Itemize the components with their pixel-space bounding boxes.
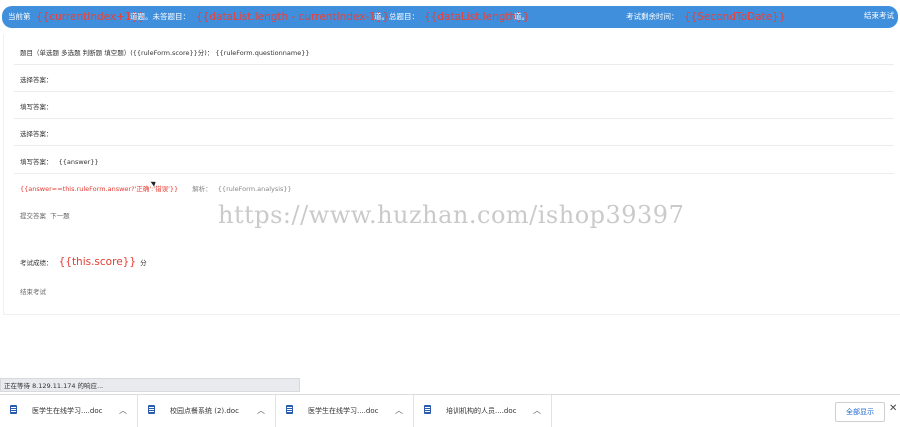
chevron-up-icon[interactable]: ︿ xyxy=(119,395,127,427)
download-shelf: 医学生在线学习....doc ︿ 校园点餐系统 (2).doc ︿ 医学生在线学… xyxy=(0,394,900,427)
fill-answer-value: {{answer}} xyxy=(58,158,99,166)
watermark: https://www.huzhan.com/ishop39397 xyxy=(218,201,685,229)
action-row: 提交答案 下一题 xyxy=(20,210,70,220)
header-end-text: 道。 xyxy=(514,12,529,21)
fill-answer-row: 填写答案： {{answer}} xyxy=(20,156,99,166)
download-item[interactable]: 医学生在线学习....doc ︿ xyxy=(0,395,138,427)
chevron-up-icon[interactable]: ︿ xyxy=(395,395,403,427)
remaining-count: {{dataList.length - currentIndex-1}} xyxy=(196,11,390,23)
header-prefix: 当前第 xyxy=(8,12,31,21)
download-filename: 医学生在线学习....doc xyxy=(32,407,103,415)
fill-answer-label: 填写答案： xyxy=(20,103,53,111)
divider xyxy=(14,91,894,92)
submit-answer-button[interactable]: 提交答案 xyxy=(20,212,46,220)
choice-answer-label-2: 选择答案： xyxy=(20,130,53,138)
analysis-label: 解析： xyxy=(192,185,212,193)
fill-answer-label-2: 填写答案： xyxy=(20,158,53,166)
download-item[interactable]: 医学生在线学习....doc ︿ xyxy=(276,395,414,427)
end-exam-button[interactable]: 结束考试 xyxy=(864,10,894,21)
choice-answer-label: 选择答案： xyxy=(20,76,53,84)
download-filename: 医学生在线学习....doc xyxy=(308,407,379,415)
end-exam-link[interactable]: 结束考试 xyxy=(20,288,46,296)
score-unit: 分 xyxy=(140,259,147,267)
analysis-value: {{ruleForm.analysis}} xyxy=(217,185,292,193)
next-question-button[interactable]: 下一题 xyxy=(50,212,70,220)
download-item[interactable]: 校园点餐系统 (2).doc ︿ xyxy=(138,395,276,427)
divider xyxy=(14,145,894,146)
divider xyxy=(14,64,894,65)
score-value: {{this.score}} xyxy=(58,256,137,268)
chevron-up-icon[interactable]: ︿ xyxy=(257,395,265,427)
doc-file-icon xyxy=(424,405,431,414)
time-remaining-value: {{SecondToDate}} xyxy=(684,11,786,23)
close-icon[interactable]: ✕ xyxy=(889,403,897,414)
download-item[interactable]: 培训机构的人员....doc ︿ xyxy=(414,395,552,427)
browser-status-bar: 正在等待 8.129.11.174 的响应... xyxy=(0,378,300,392)
doc-file-icon xyxy=(148,405,155,414)
header-total-text: 道。总题目： xyxy=(374,12,419,21)
time-remaining-label: 考试剩余时间： xyxy=(626,12,679,21)
score-label: 考试成绩： xyxy=(20,259,53,267)
current-index: {{currentIndex+1}} xyxy=(36,11,145,23)
header-unanswered-text: 道题。未答题目： xyxy=(130,12,190,21)
chevron-up-icon[interactable]: ︿ xyxy=(533,395,541,427)
doc-file-icon xyxy=(286,405,293,414)
score-row: 考试成绩： {{this.score}} 分 xyxy=(20,256,147,268)
question-title: 题目（单选题 多选题 判断题 填空题）({{ruleForm.score}}分)… xyxy=(20,49,310,57)
divider xyxy=(14,118,894,119)
download-filename: 校园点餐系统 (2).doc xyxy=(170,407,239,415)
doc-file-icon xyxy=(10,405,17,414)
end-exam-link-row: 结束考试 xyxy=(20,286,46,296)
divider xyxy=(14,173,894,174)
exam-header-bar: 当前第 {{currentIndex+1}} 道题。未答题目： {{dataLi… xyxy=(2,6,898,28)
download-filename: 培训机构的人员....doc xyxy=(446,407,517,415)
question-panel xyxy=(3,34,900,315)
show-all-downloads-button[interactable]: 全部显示 xyxy=(835,402,885,422)
